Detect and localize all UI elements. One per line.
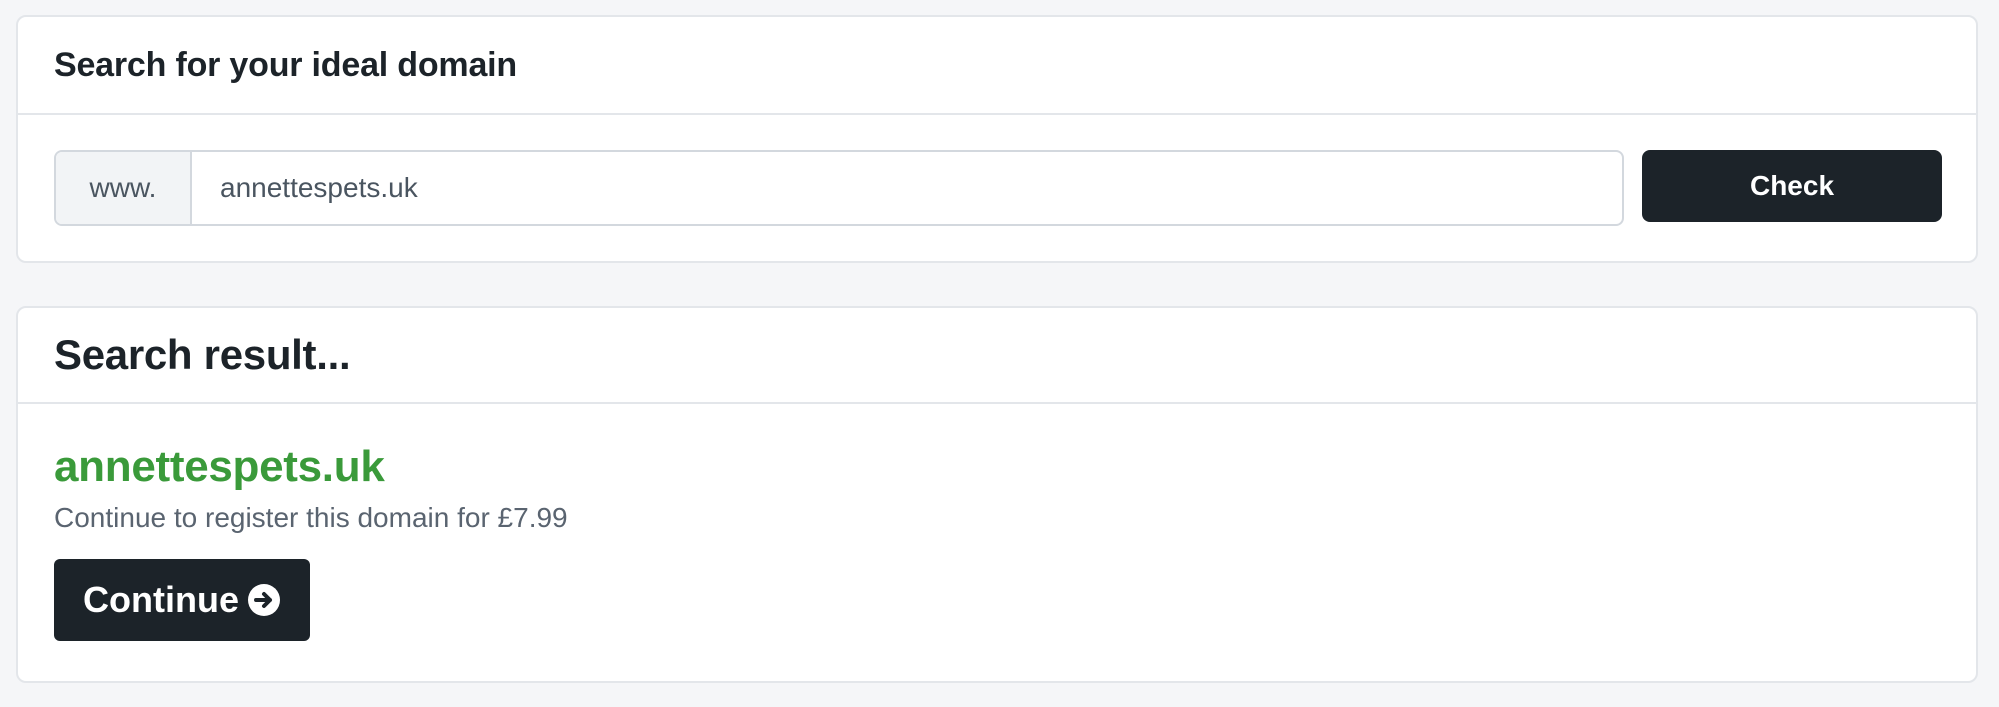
continue-button-label: Continue [83,579,239,620]
domain-search-input[interactable] [192,152,1622,224]
search-result-card: Search result... annettespets.uk Continu… [16,306,1978,683]
domain-price-text: Continue to register this domain for £7.… [54,502,568,533]
check-button[interactable]: Check [1642,150,1942,222]
search-result-title: Search result... [54,331,351,378]
arrow-circle-right-icon [247,583,281,617]
domain-search-header: Search for your ideal domain [18,17,1976,115]
domain-search-body: www. Check [18,115,1976,263]
www-prefix: www. [56,152,192,224]
search-result-header: Search result... [18,308,1976,404]
domain-search-card: Search for your ideal domain www. Check [16,15,1978,263]
available-domain-name: annettespets.uk [54,442,385,491]
domain-search-title: Search for your ideal domain [54,45,517,84]
continue-button[interactable]: Continue [54,559,310,641]
domain-input-group: www. [54,150,1624,226]
